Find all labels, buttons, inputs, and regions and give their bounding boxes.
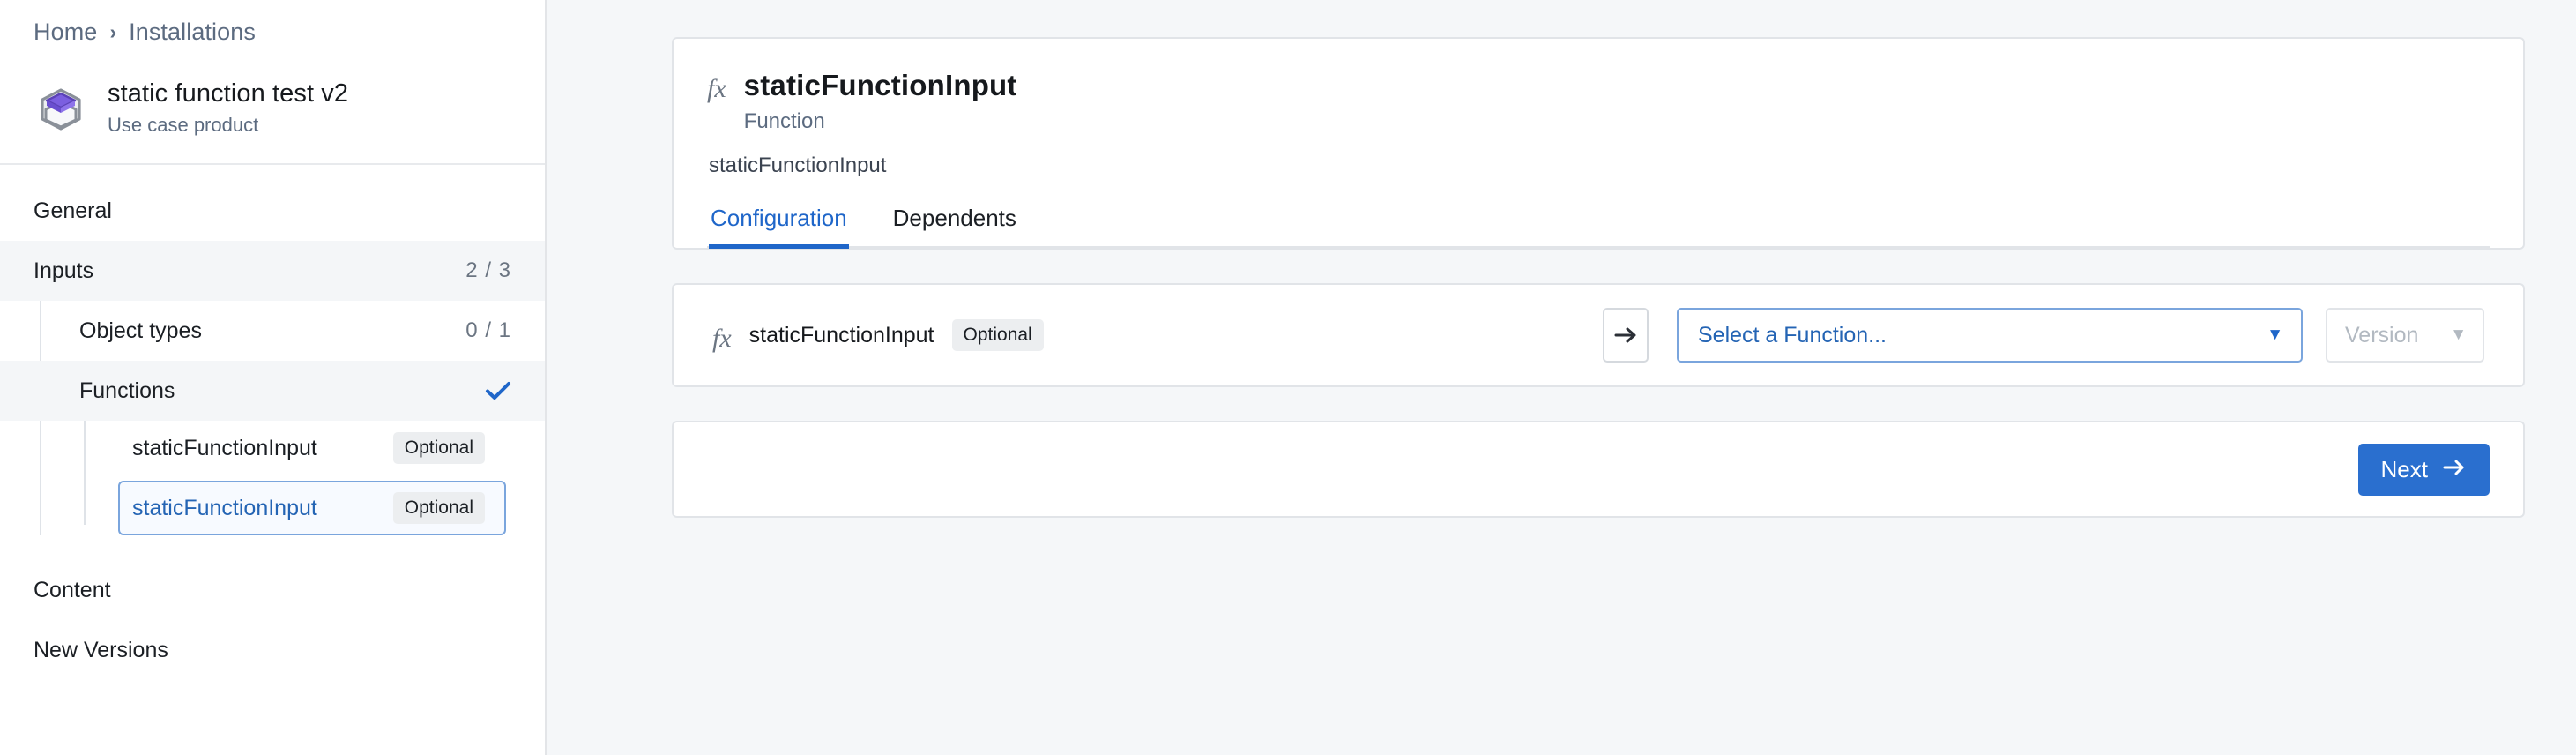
sidebar-item-general-label: General	[34, 198, 112, 223]
page-title: staticFunctionInput	[743, 69, 1017, 101]
breadcrumb-separator-icon: ›	[109, 19, 117, 43]
sidebar-nav: General Inputs 2 / 3 Object types 0 / 1 …	[0, 165, 545, 755]
sidebar-item-object-types-count: 0 / 1	[465, 318, 511, 342]
main-content: fx staticFunctionInput Function staticFu…	[547, 0, 2576, 755]
sidebar-item-static-function-input-1[interactable]: staticFunctionInput Optional	[118, 421, 506, 475]
sidebar-item-new-versions[interactable]: New Versions	[0, 620, 545, 680]
package-box-icon	[34, 81, 88, 136]
sidebar: Home › Installations static function tes…	[0, 0, 547, 755]
sidebar-item-object-types[interactable]: Object types 0 / 1	[0, 301, 545, 361]
next-button[interactable]: Next	[2357, 443, 2490, 496]
sidebar-item-new-versions-label: New Versions	[34, 637, 168, 662]
indent-guide	[84, 421, 86, 525]
select-function-value: Select a Function...	[1698, 322, 1887, 348]
version-dropdown[interactable]: Version ▼	[2326, 308, 2484, 363]
sidebar-item-inputs-count: 2 / 3	[465, 258, 511, 282]
function-description: staticFunctionInput	[709, 153, 887, 177]
sidebar-item-content[interactable]: Content	[0, 560, 545, 620]
sidebar-item-inputs-label: Inputs	[34, 258, 94, 283]
fx-function-icon: fx	[712, 324, 732, 353]
sidebar-item-content-label: Content	[34, 577, 111, 602]
sidebar-item-functions-label: Functions	[79, 378, 175, 403]
arrow-right-icon	[2442, 456, 2467, 483]
fx-function-icon: fx	[707, 74, 726, 103]
sidebar-item-inputs[interactable]: Inputs 2 / 3	[0, 241, 545, 301]
sidebar-item-static-function-input-2[interactable]: staticFunctionInput Optional	[118, 481, 506, 535]
sidebar-functions-children: staticFunctionInput Optional staticFunct…	[0, 421, 545, 535]
breadcrumb: Home › Installations	[0, 0, 545, 64]
version-placeholder: Version	[2345, 322, 2419, 348]
tab-bar: Configuration Dependents	[707, 205, 2490, 249]
mapping-input-name: staticFunctionInput	[748, 322, 934, 348]
sidebar-item-general[interactable]: General	[0, 181, 545, 241]
wizard-footer: Next	[672, 421, 2525, 518]
chevron-down-icon: ▼	[2450, 325, 2467, 344]
breadcrumb-installations[interactable]: Installations	[129, 19, 256, 46]
select-function-dropdown[interactable]: Select a Function... ▼	[1677, 308, 2303, 363]
next-button-label: Next	[2380, 455, 2428, 482]
mapping-source: fx staticFunctionInput Optional	[712, 318, 1044, 352]
app-root: Home › Installations static function tes…	[0, 0, 2576, 755]
sidebar-inputs-children: Object types 0 / 1 Functions staticFunct…	[0, 301, 545, 535]
sidebar-leaf-label: staticFunctionInput	[132, 435, 317, 460]
maps-to-arrow-icon[interactable]	[1603, 308, 1649, 363]
function-header-card: fx staticFunctionInput Function staticFu…	[672, 37, 2525, 250]
tab-dependents[interactable]: Dependents	[891, 205, 1018, 249]
product-header: static function test v2 Use case product	[0, 64, 545, 165]
sidebar-item-object-types-label: Object types	[79, 318, 202, 343]
function-title-row: fx staticFunctionInput Function	[707, 69, 2490, 134]
optional-badge: Optional	[392, 432, 485, 464]
chevron-down-icon: ▼	[2267, 325, 2283, 344]
sidebar-item-functions[interactable]: Functions	[0, 361, 545, 421]
product-subtitle: Use case product	[108, 114, 259, 136]
optional-badge: Optional	[951, 319, 1044, 351]
product-title: static function test v2	[108, 79, 349, 108]
page-subtitle: Function	[743, 109, 825, 133]
tab-configuration[interactable]: Configuration	[709, 205, 849, 249]
sidebar-leaf-label: staticFunctionInput	[132, 495, 317, 520]
optional-badge: Optional	[392, 492, 485, 524]
checkmark-icon	[485, 380, 511, 401]
breadcrumb-home[interactable]: Home	[34, 19, 97, 46]
function-mapping-row: fx staticFunctionInput Optional Select a…	[672, 283, 2525, 387]
